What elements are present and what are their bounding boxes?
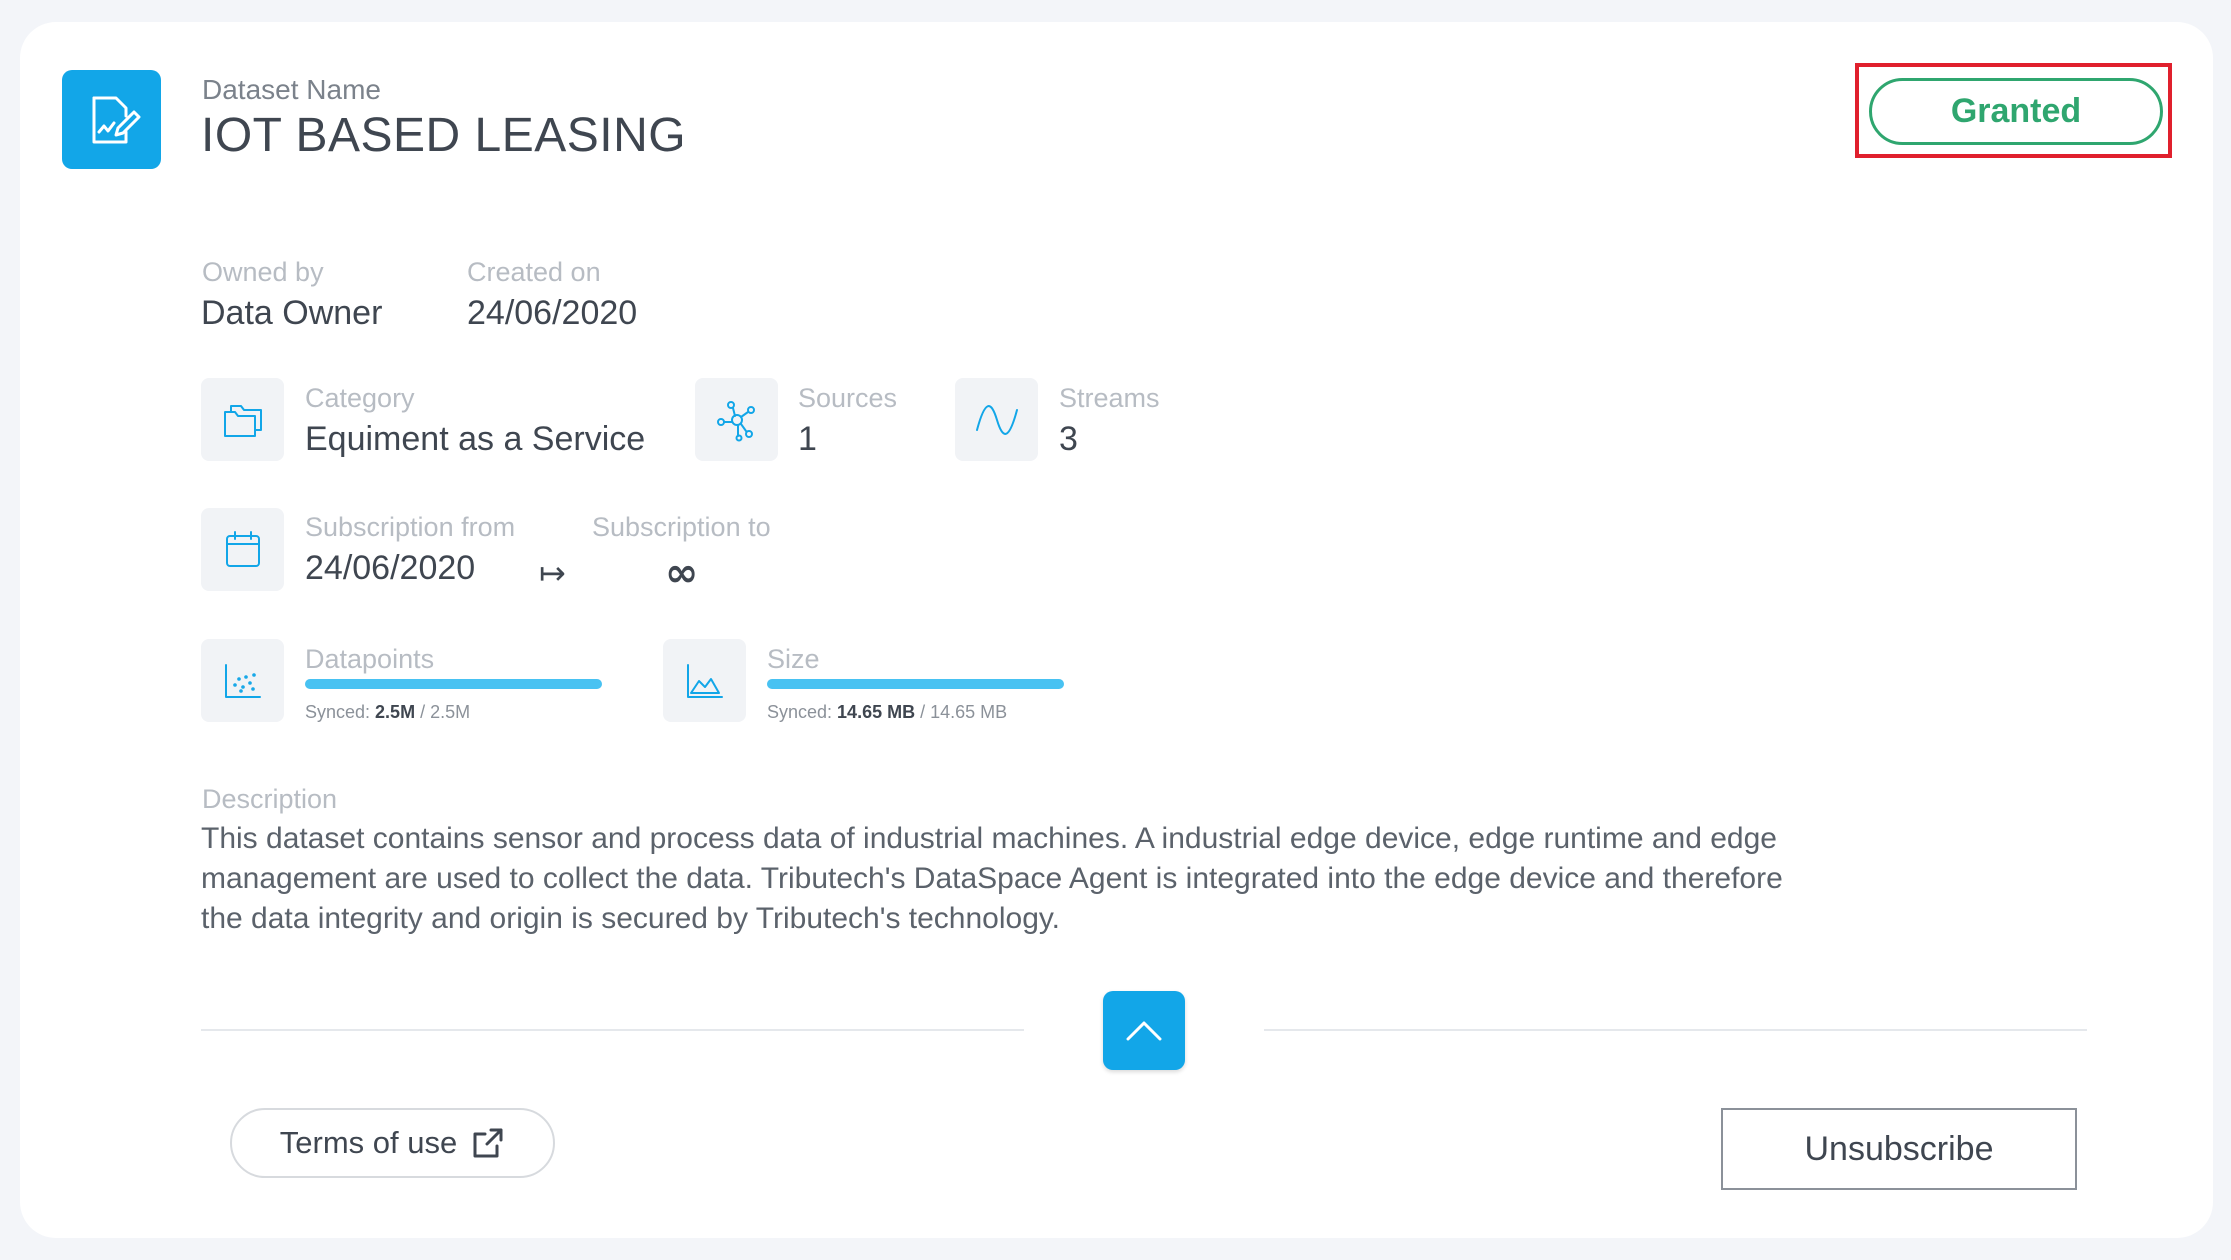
- owner-value: Data Owner: [201, 294, 383, 332]
- dataset-card: Dataset Name IOT BASED LEASING Granted O…: [20, 22, 2213, 1238]
- category-value: Equiment as a Service: [305, 420, 646, 458]
- datapoints-total: / 2.5M: [420, 702, 471, 722]
- size-synced-value: 14.65 MB: [837, 702, 916, 722]
- streams-label: Streams: [1059, 383, 1160, 413]
- description-line-1: This dataset contains sensor and process…: [201, 822, 1777, 855]
- streams-tile: [955, 378, 1038, 461]
- created-value: 24/06/2020: [467, 294, 638, 332]
- size-tile: [663, 639, 746, 722]
- owner-label: Owned by: [202, 257, 324, 287]
- size-synced-prefix: Synced:: [767, 702, 838, 722]
- description-line-3: the data integrity and origin is secured…: [201, 902, 1060, 935]
- datapoints-track: [305, 679, 602, 689]
- size-progress-bar: [767, 679, 1064, 689]
- terms-of-use-button[interactable]: Terms of use: [230, 1108, 555, 1178]
- category-label: Category: [305, 383, 415, 413]
- status-badge: Granted: [1869, 78, 2163, 145]
- network-icon: [716, 400, 755, 441]
- subscription-to-value: ∞: [665, 550, 699, 596]
- sources-label: Sources: [798, 383, 898, 413]
- area-chart-icon: [686, 663, 723, 698]
- subscription-from-label: Subscription from: [305, 512, 516, 542]
- description-line-2: management are used to collect the data.…: [201, 862, 1783, 895]
- created-label: Created on: [467, 257, 601, 287]
- datapoints-progress-bar: [305, 679, 602, 689]
- divider-left: [201, 1029, 1024, 1031]
- datapoints-synced: Synced: 2.5M / 2.5M: [305, 702, 470, 723]
- wave-icon: [975, 404, 1018, 435]
- dataset-name: IOT BASED LEASING: [201, 109, 687, 162]
- terms-of-use-label: Terms of use: [279, 1125, 458, 1160]
- calendar-icon: [225, 530, 260, 567]
- divider-right: [1264, 1029, 2087, 1031]
- sources-value: 1: [798, 420, 817, 458]
- subscription-tile: [201, 508, 284, 591]
- unsubscribe-button[interactable]: Unsubscribe: [1721, 1108, 2077, 1190]
- scatter-chart-icon: [224, 663, 261, 698]
- dataset-name-label: Dataset Name: [202, 74, 381, 105]
- category-tile: [201, 378, 284, 461]
- datapoints-synced-prefix: Synced:: [305, 702, 376, 722]
- size-synced: Synced: 14.65 MB / 14.65 MB: [767, 702, 1007, 723]
- subscription-to-label: Subscription to: [592, 512, 771, 542]
- dataset-icon: [62, 70, 161, 169]
- sources-tile: [695, 378, 778, 461]
- size-track: [767, 679, 1064, 689]
- chevron-up-icon: [1126, 1021, 1162, 1040]
- subscription-arrow: ↦: [539, 554, 566, 592]
- datapoints-label: Datapoints: [305, 644, 435, 674]
- datapoints-synced-value: 2.5M: [375, 702, 416, 722]
- description-text: This dataset contains sensor and process…: [201, 819, 1783, 939]
- folder-icon: [223, 404, 262, 437]
- size-total: / 14.65 MB: [920, 702, 1008, 722]
- datapoints-tile: [201, 639, 284, 722]
- size-label: Size: [767, 644, 820, 674]
- description-label: Description: [202, 784, 338, 814]
- subscription-from-value: 24/06/2020: [305, 549, 476, 587]
- streams-value: 3: [1059, 420, 1078, 458]
- collapse-button[interactable]: [1103, 991, 1185, 1070]
- external-link-icon: [473, 1128, 503, 1158]
